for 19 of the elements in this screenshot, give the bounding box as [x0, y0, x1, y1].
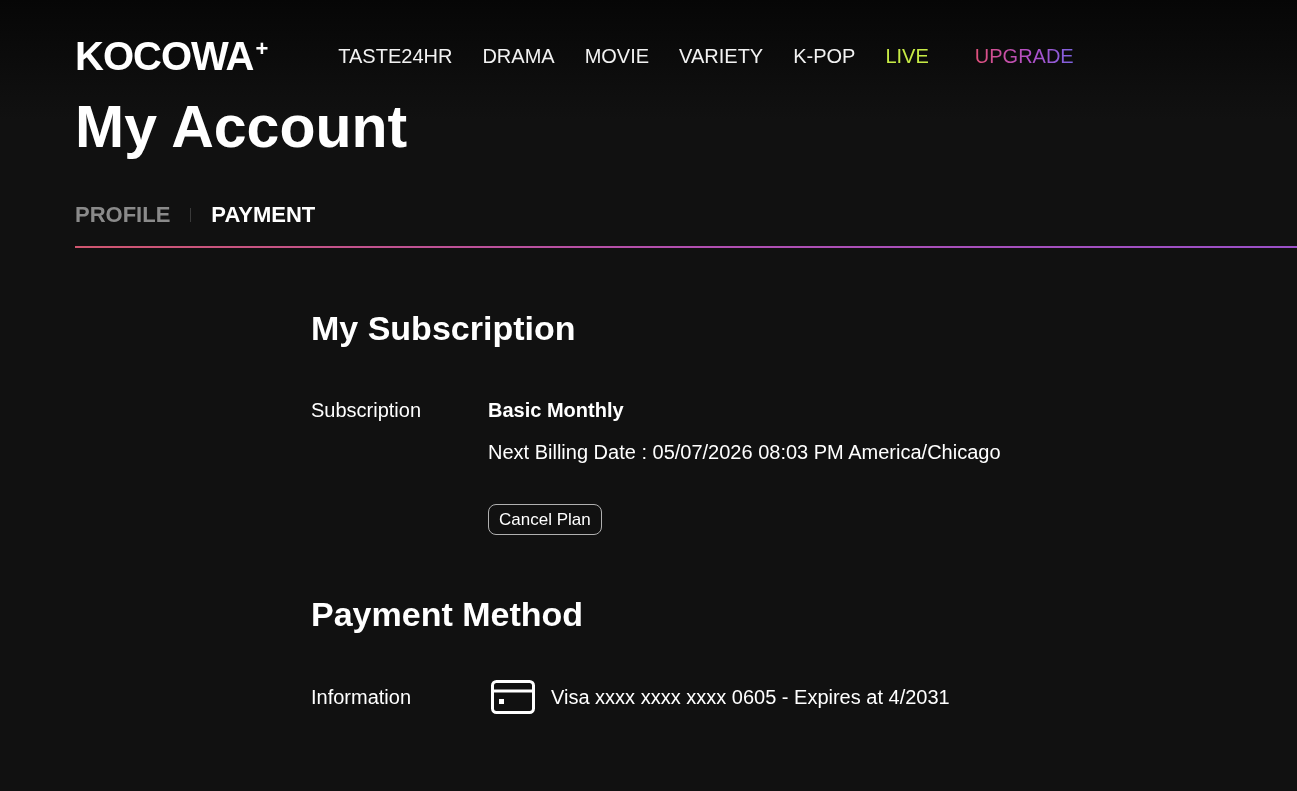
nav-link[interactable]: DRAMA: [482, 43, 555, 69]
section-title: My Subscription: [311, 308, 576, 348]
card-info: Visa xxxx xxxx xxxx 0605 - Expires at 4/2031: [551, 685, 950, 710]
cancel-plan-button[interactable]: Cancel Plan: [488, 504, 602, 535]
nav-link[interactable]: VARIETY: [679, 43, 764, 69]
row-label: Subscription: [311, 398, 423, 423]
nav-link[interactable]: K-POP: [793, 43, 856, 69]
nav-link[interactable]: MOVIE: [584, 43, 650, 69]
row-label: Information: [311, 685, 413, 710]
billing-date-text: Next Billing Date : 05/07/2026 08:03 PM America/Chicago: [488, 440, 1001, 465]
section-title: Payment Method: [311, 594, 584, 634]
page-title: My Account: [75, 98, 408, 157]
tab[interactable]: PROFILE: [75, 202, 171, 228]
plan-name: Basic Monthly: [488, 398, 624, 423]
nav-link[interactable]: LIVE: [885, 43, 929, 69]
site-logo[interactable]: KOCOWA$^{+}$: [75, 36, 268, 76]
tab[interactable]: PAYMENT: [211, 202, 316, 228]
credit-card-icon: [491, 680, 535, 714]
nav-link[interactable]: TASTE24HR: [338, 43, 453, 69]
